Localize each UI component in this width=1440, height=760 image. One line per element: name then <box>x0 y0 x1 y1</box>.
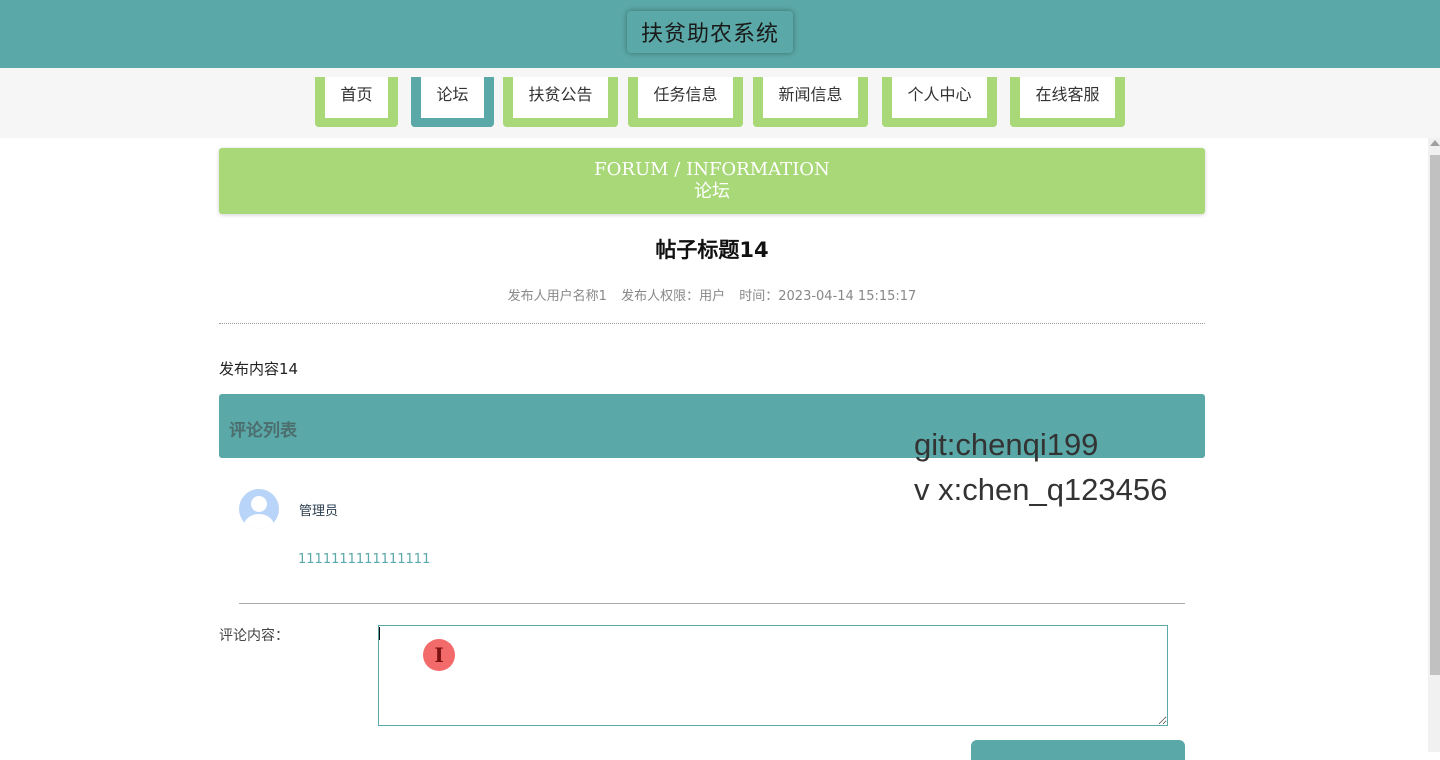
watermark-line-1: git:chenqi199 <box>914 427 1099 462</box>
submit-button[interactable] <box>971 740 1185 760</box>
comment-input-label: 评论内容： <box>219 628 289 644</box>
nav-item-news[interactable]: 新闻信息 <box>753 77 868 127</box>
scrollbar-thumb[interactable] <box>1430 155 1440 675</box>
nav-item-personal[interactable]: 个人中心 <box>882 77 997 127</box>
comments-title: 评论列表 <box>229 421 297 441</box>
post-meta: 发布人用户名称1 发布人权限：用户 时间：2023-04-14 15:15:17 <box>219 285 1205 304</box>
avatar-body-shape <box>244 514 274 529</box>
post-author: 发布人用户名称1 <box>507 289 607 304</box>
nav-item-tasks[interactable]: 任务信息 <box>628 77 743 127</box>
post-divider <box>219 323 1205 324</box>
nav-item-announcement[interactable]: 扶贫公告 <box>503 77 618 127</box>
page-banner: FORUM / INFORMATION 论坛 <box>219 148 1205 214</box>
comment-divider <box>239 603 1185 604</box>
scroll-up-icon[interactable] <box>1430 140 1440 146</box>
watermark: git:chenqi199 v x:chen_q123456 <box>914 422 1167 512</box>
text-cursor-icon: I <box>423 639 455 671</box>
avatar <box>239 489 279 529</box>
nav-item-home[interactable]: 首页 <box>315 77 398 127</box>
header-bar: 扶贫助农系统 <box>0 0 1440 68</box>
comment-text: 1111111111111111 <box>298 552 431 567</box>
banner-title-cn: 论坛 <box>694 181 730 202</box>
nav-item-forum[interactable]: 论坛 <box>411 77 494 127</box>
comment-username: 管理员 <box>299 504 339 519</box>
post-content: 发布内容14 <box>219 360 299 378</box>
site-title: 扶贫助农系统 <box>627 11 793 53</box>
post-title: 帖子标题14 <box>655 238 769 262</box>
avatar-head-shape <box>251 496 267 512</box>
post-permission: 发布人权限：用户 <box>621 289 726 304</box>
comment-input[interactable] <box>378 625 1168 726</box>
watermark-line-2: v x:chen_q123456 <box>914 472 1168 507</box>
nav-bar: 首页 论坛 扶贫公告 任务信息 新闻信息 个人中心 在线客服 <box>0 68 1440 138</box>
nav-item-support[interactable]: 在线客服 <box>1010 77 1125 127</box>
text-caret <box>379 627 380 640</box>
post-time: 时间：2023-04-14 15:15:17 <box>739 289 917 304</box>
banner-title-en: FORUM / INFORMATION <box>594 159 830 180</box>
